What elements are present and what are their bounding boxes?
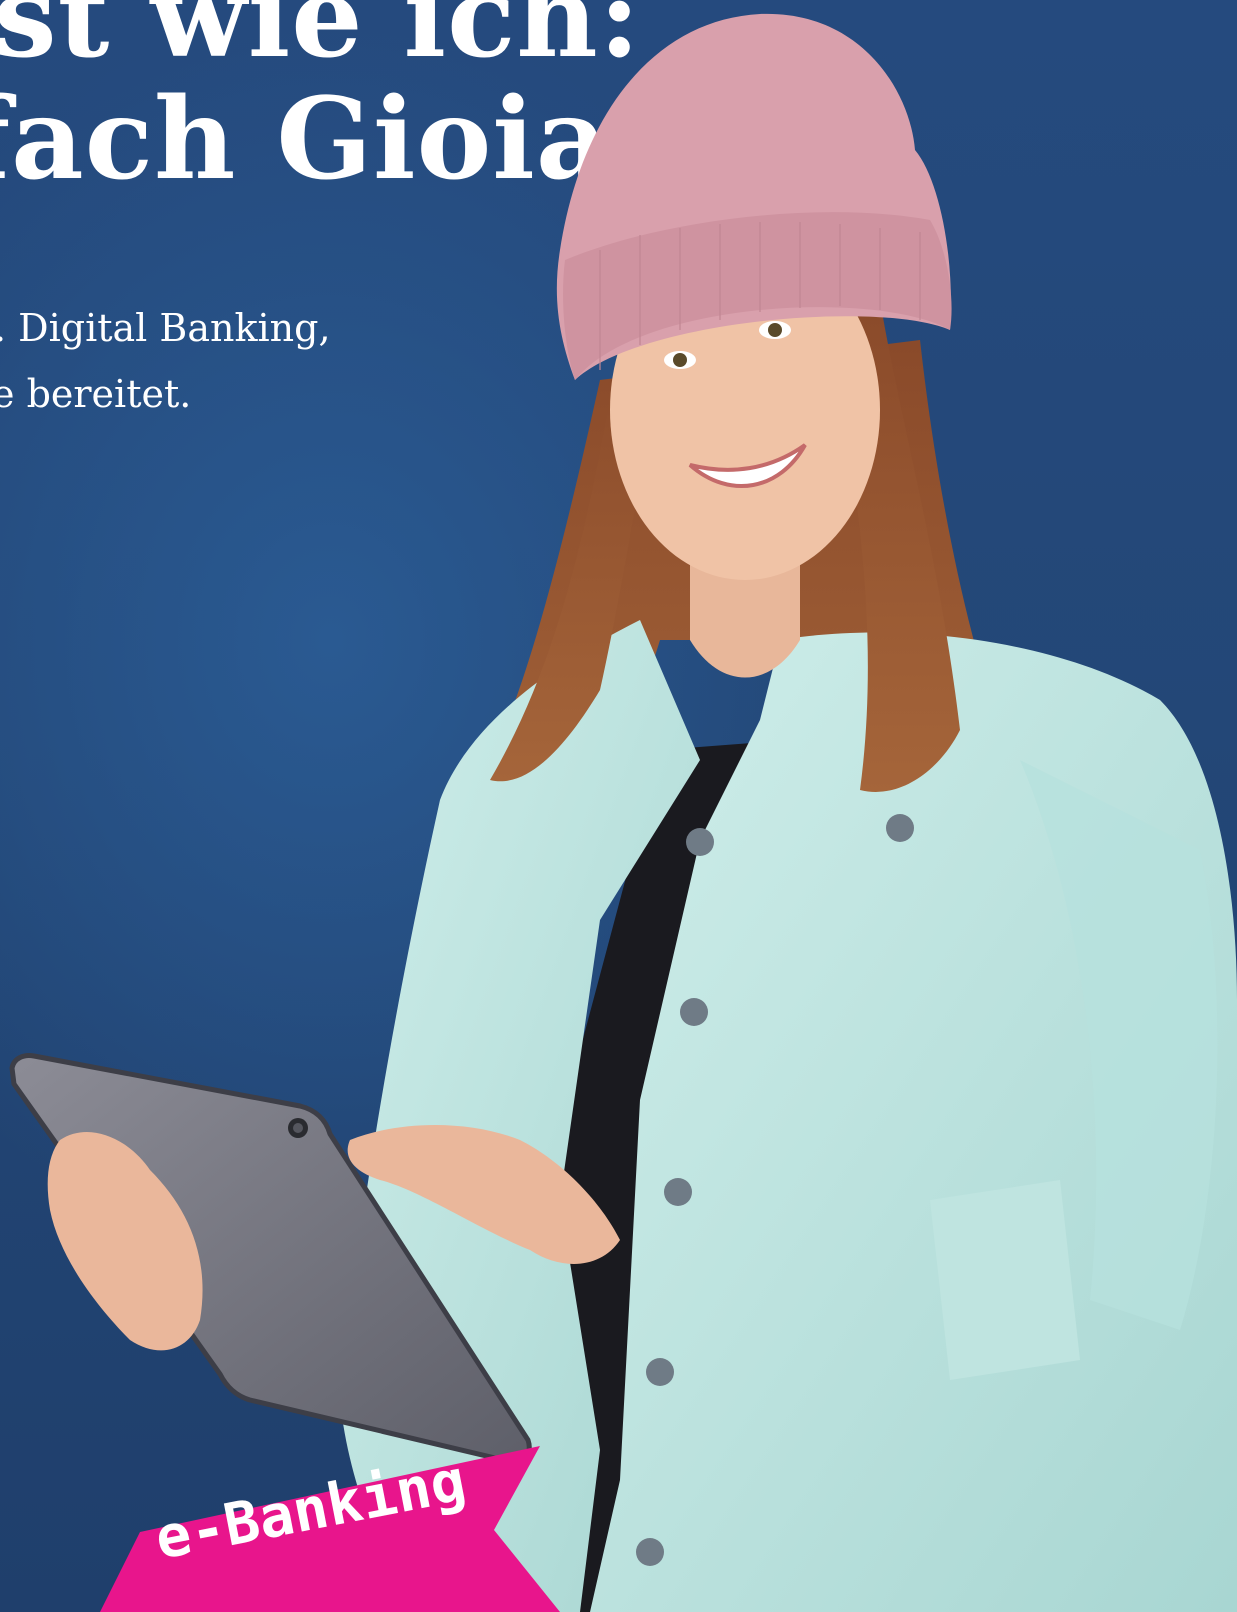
poster: ist wie ich: fach Gioia. . Digital Banki… xyxy=(0,0,1237,1612)
promo-ribbon xyxy=(100,1446,560,1612)
